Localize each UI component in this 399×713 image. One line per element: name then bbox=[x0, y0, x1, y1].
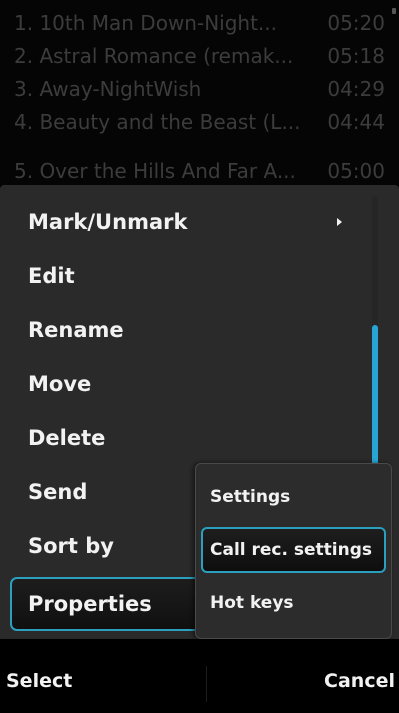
track-title: 5. Over the Hills And Far A... bbox=[14, 159, 296, 183]
submenu-item-call-rec-settings[interactable]: Call rec. settings bbox=[201, 527, 386, 573]
menu-item-label: Sort by bbox=[28, 534, 114, 558]
submenu-arrow-icon bbox=[337, 218, 342, 226]
playlist-row: 2. Astral Romance (remak... 05:18 bbox=[14, 41, 385, 71]
menu-item-label: Edit bbox=[28, 264, 75, 288]
track-duration: 04:29 bbox=[327, 77, 385, 101]
track-duration: 05:00 bbox=[327, 159, 385, 183]
playlist-row: 1. 10th Man Down-Night... 05:20 bbox=[14, 8, 385, 38]
menu-item-label: Rename bbox=[28, 318, 124, 342]
track-duration: 05:20 bbox=[327, 11, 385, 35]
cancel-softkey[interactable]: Cancel bbox=[324, 650, 395, 713]
track-duration: 05:18 bbox=[327, 44, 385, 68]
submenu-item-label: Settings bbox=[210, 487, 291, 507]
track-title: 2. Astral Romance (remak... bbox=[14, 44, 294, 68]
menu-item-mark-unmark[interactable]: Mark/Unmark bbox=[10, 195, 360, 249]
menu-item-label: Move bbox=[28, 372, 92, 396]
menu-item-label: Send bbox=[28, 480, 88, 504]
playlist-row: 4. Beauty and the Beast (L... 04:44 bbox=[14, 107, 385, 137]
menu-item-rename[interactable]: Rename bbox=[10, 303, 360, 357]
submenu-item-settings[interactable]: Settings bbox=[201, 474, 386, 520]
submenu-item-label: Hot keys bbox=[210, 593, 294, 613]
track-title: 3. Away-NightWish bbox=[14, 77, 202, 101]
menu-item-edit[interactable]: Edit bbox=[10, 249, 360, 303]
menu-item-delete[interactable]: Delete bbox=[10, 411, 360, 465]
playlist-scroll-indicator bbox=[392, 8, 396, 14]
menu-item-label: Mark/Unmark bbox=[28, 210, 188, 234]
track-title: 4. Beauty and the Beast (L... bbox=[14, 110, 301, 134]
properties-submenu: Settings Call rec. settings Hot keys bbox=[195, 463, 392, 639]
menu-item-move[interactable]: Move bbox=[10, 357, 360, 411]
softkey-bar: Select Cancel bbox=[0, 650, 399, 713]
submenu-item-label: Call rec. settings bbox=[210, 540, 373, 560]
track-title: 1. 10th Man Down-Night... bbox=[14, 11, 277, 35]
softkey-divider bbox=[206, 666, 207, 702]
track-duration: 04:44 bbox=[327, 110, 385, 134]
playlist-background: 1. 10th Man Down-Night... 05:20 2. Astra… bbox=[0, 0, 399, 185]
playlist-row: 5. Over the Hills And Far A... 05:00 bbox=[14, 156, 385, 186]
select-softkey[interactable]: Select bbox=[6, 650, 72, 713]
playlist-row: 3. Away-NightWish 04:29 bbox=[14, 74, 385, 104]
submenu-item-hot-keys[interactable]: Hot keys bbox=[201, 580, 386, 626]
menu-item-label: Delete bbox=[28, 426, 106, 450]
menu-item-label: Properties bbox=[28, 592, 152, 616]
